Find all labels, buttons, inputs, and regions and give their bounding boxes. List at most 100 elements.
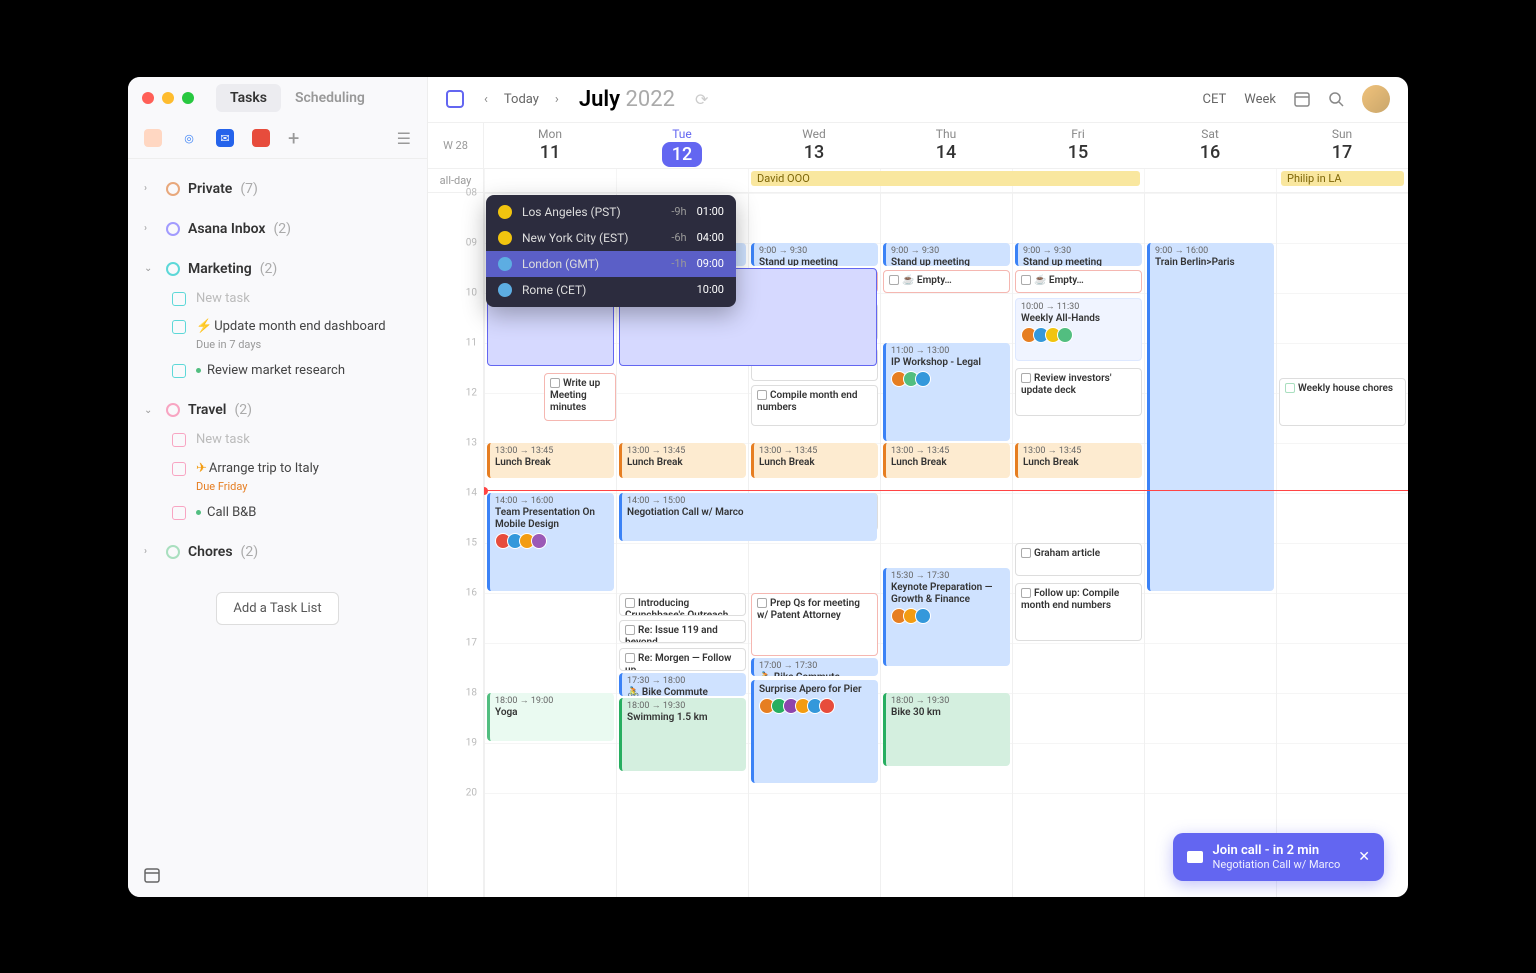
- day-header[interactable]: Mon11: [484, 123, 616, 168]
- allday-event[interactable]: David OOO: [751, 171, 1140, 186]
- refresh-icon[interactable]: ⟳: [689, 86, 714, 113]
- event-checkbox[interactable]: [1285, 383, 1295, 393]
- event-checkbox[interactable]: [1021, 373, 1031, 383]
- calendar-event[interactable]: Review investors' update deck: [1015, 368, 1142, 416]
- event-checkbox[interactable]: [550, 378, 560, 388]
- list-toggle-icon[interactable]: ☰: [397, 129, 411, 148]
- allday-cell[interactable]: Philip in LA: [1276, 169, 1408, 192]
- event-checkbox[interactable]: [625, 653, 635, 663]
- add-list-button[interactable]: Add a Task List: [216, 592, 338, 625]
- search-icon[interactable]: [1328, 91, 1344, 107]
- calendar-event[interactable]: Re: Morgen — Follow up: [619, 648, 746, 671]
- task-item[interactable]: ✈Arrange trip to ItalyDue Friday: [128, 455, 427, 499]
- group-header[interactable]: ›Private (7): [128, 173, 427, 205]
- source-other-icon[interactable]: [252, 129, 270, 147]
- day-header[interactable]: Fri15: [1012, 123, 1144, 168]
- group-header[interactable]: ⌄Travel (2): [128, 394, 427, 426]
- calendar-event[interactable]: 13:00 → 13:45Lunch Break: [883, 443, 1010, 479]
- calendar-event[interactable]: 10:00 → 11:30Weekly All-Hands: [1015, 298, 1142, 361]
- calendar-event[interactable]: Graham article: [1015, 543, 1142, 576]
- day-header[interactable]: Thu14: [880, 123, 1012, 168]
- calendar-event[interactable]: 14:00 → 15:00Negotiation Call w/ Marco: [619, 493, 877, 541]
- calendar-event[interactable]: 18:00 → 19:30Bike 30 km: [883, 693, 1010, 766]
- calendar-event[interactable]: 9:00 → 9:30Stand up meeting: [883, 243, 1010, 266]
- task-item[interactable]: New task: [128, 426, 427, 455]
- calendar-event[interactable]: 9:00 → 9:30Stand up meeting: [1015, 243, 1142, 266]
- task-checkbox[interactable]: [172, 506, 186, 520]
- group-header[interactable]: ›Chores (2): [128, 536, 427, 568]
- close-icon[interactable]: [142, 92, 154, 104]
- calendar-event[interactable]: 17:30 → 18:00🚴 Bike Commute: [619, 673, 746, 696]
- event-checkbox[interactable]: [625, 598, 635, 608]
- calendar-event[interactable]: Weekly house chores: [1279, 378, 1406, 426]
- event-checkbox[interactable]: [757, 598, 767, 608]
- task-checkbox[interactable]: [172, 364, 186, 378]
- next-button[interactable]: ›: [549, 88, 565, 111]
- maximize-icon[interactable]: [182, 92, 194, 104]
- timezone-button[interactable]: CET: [1203, 92, 1227, 107]
- calendar-event[interactable]: 11:00 → 13:00IP Workshop - Legal: [883, 343, 1010, 441]
- calendar-event[interactable]: 13:00 → 13:45Lunch Break: [487, 443, 614, 479]
- today-button[interactable]: Today: [504, 92, 539, 107]
- user-avatar[interactable]: [1362, 85, 1390, 113]
- event-checkbox[interactable]: [889, 275, 899, 285]
- allday-event[interactable]: Philip in LA: [1281, 171, 1404, 186]
- day-header[interactable]: Tue12: [616, 123, 748, 168]
- close-icon[interactable]: ✕: [1358, 849, 1370, 865]
- task-item[interactable]: New task: [128, 285, 427, 314]
- calendar-event[interactable]: 13:00 → 13:45Lunch Break: [751, 443, 878, 479]
- task-item[interactable]: ⚡Update month end dashboardDue in 7 days: [128, 313, 427, 357]
- allday-cell[interactable]: [484, 169, 616, 192]
- day-header[interactable]: Wed13: [748, 123, 880, 168]
- source-outlook-icon[interactable]: ✉: [216, 129, 234, 147]
- sidebar-toggle-icon[interactable]: [446, 90, 464, 108]
- calendar-event[interactable]: 15:30 → 17:30Keynote Preparation — Growt…: [883, 568, 1010, 666]
- calendar-event[interactable]: 17:00 → 17:30🚴 Bike Commute: [751, 658, 878, 676]
- calendar-event[interactable]: ☕ Empty…: [883, 270, 1010, 293]
- tab-scheduling[interactable]: Scheduling: [281, 84, 379, 112]
- event-checkbox[interactable]: [1021, 275, 1031, 285]
- event-checkbox[interactable]: [1021, 588, 1031, 598]
- event-checkbox[interactable]: [757, 390, 767, 400]
- view-button[interactable]: Week: [1244, 92, 1276, 107]
- calendar-event[interactable]: 14:00 → 16:00Team Presentation On Mobile…: [487, 493, 614, 591]
- task-checkbox[interactable]: [172, 320, 186, 334]
- timezone-row[interactable]: Los Angeles (PST)-9h01:00: [486, 199, 736, 225]
- day-column[interactable]: 9:00 → 16:00Train Berlin>Paris: [1144, 193, 1276, 897]
- day-column[interactable]: 9:00 → 9:30Stand up meeting☕ Empty…10:00…: [1012, 193, 1144, 897]
- task-checkbox[interactable]: [172, 433, 186, 447]
- timezone-row[interactable]: Rome (CET)10:00: [486, 277, 736, 303]
- calendar-event[interactable]: Prep Qs for meeting w/ Patent Attorney: [751, 593, 878, 656]
- allday-cell[interactable]: David OOO: [748, 169, 880, 192]
- tab-tasks[interactable]: Tasks: [216, 84, 281, 112]
- calendar-event[interactable]: Re: Issue 119 and beyond: [619, 620, 746, 643]
- task-item[interactable]: Call B&B: [128, 499, 427, 528]
- event-checkbox[interactable]: [1021, 548, 1031, 558]
- calendar-event[interactable]: 18:00 → 19:00Yoga: [487, 693, 614, 741]
- calendar-event[interactable]: 9:00 → 9:30Stand up meeting: [751, 243, 878, 266]
- calendar-event[interactable]: Compile month end numbers: [751, 385, 878, 426]
- calendar-event[interactable]: Write up Meeting minutes: [544, 373, 616, 421]
- source-morgen-icon[interactable]: [144, 129, 162, 147]
- day-column[interactable]: Weekly house chores: [1276, 193, 1408, 897]
- day-header[interactable]: Sat16: [1144, 123, 1276, 168]
- calendar-event[interactable]: 13:00 → 13:45Lunch Break: [1015, 443, 1142, 479]
- join-call-popup[interactable]: Join call - in 2 min Negotiation Call w/…: [1173, 833, 1384, 881]
- prev-button[interactable]: ‹: [478, 88, 494, 111]
- calendar-event[interactable]: Surprise Apero for Pier: [751, 680, 878, 783]
- add-source-button[interactable]: +: [288, 126, 299, 150]
- group-header[interactable]: ⌄Marketing (2): [128, 253, 427, 285]
- allday-cell[interactable]: [1144, 169, 1276, 192]
- source-todoist-icon[interactable]: ◎: [180, 129, 198, 147]
- calendar-event[interactable]: 18:00 → 19:30Swimming 1.5 km: [619, 698, 746, 771]
- group-header[interactable]: ›Asana Inbox (2): [128, 213, 427, 245]
- task-checkbox[interactable]: [172, 292, 186, 306]
- day-header[interactable]: Sun17: [1276, 123, 1408, 168]
- calendar-event[interactable]: 13:00 → 13:45Lunch Break: [619, 443, 746, 479]
- task-item[interactable]: Review market research: [128, 357, 427, 386]
- timezone-row[interactable]: London (GMT)-1h09:00: [486, 251, 736, 277]
- allday-cell[interactable]: [616, 169, 748, 192]
- mini-calendar-icon[interactable]: [128, 853, 427, 897]
- calendar-event[interactable]: Follow up: Compile month end numbers: [1015, 583, 1142, 641]
- calendar-event[interactable]: 9:00 → 16:00Train Berlin>Paris: [1147, 243, 1274, 591]
